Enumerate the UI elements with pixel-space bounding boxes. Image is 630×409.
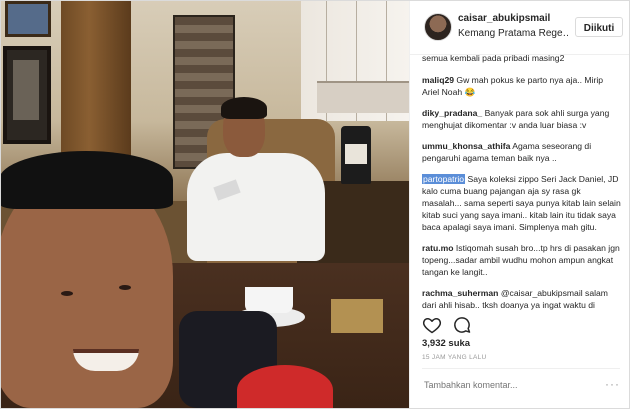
comment-item: maliq29 Gw mah pokus ke parto nya aja.. …: [422, 74, 622, 98]
photo-selfie-man-eye: [61, 291, 73, 296]
comment-item: diky_pradana_ Banyak para sok ahli surga…: [422, 107, 622, 131]
post-photo[interactable]: [1, 1, 409, 408]
post-location[interactable]: Kemang Pratama Rege…: [458, 28, 568, 39]
following-button[interactable]: Diikuti: [575, 17, 623, 37]
comment-username[interactable]: diky_pradana_: [422, 108, 482, 118]
photo-seated-man-hair: [221, 97, 267, 119]
photo-wall-picture: [5, 1, 51, 37]
comment-partial: semua kembali pada pribadi masing2: [422, 54, 565, 63]
avatar[interactable]: [424, 13, 452, 41]
photo-rack: [317, 81, 409, 113]
comments-list[interactable]: semua kembali pada pribadi masing2 maliq…: [422, 54, 622, 312]
post-header: caisar_abukipsmail Kemang Pratama Rege… …: [410, 1, 629, 55]
comment-username[interactable]: maliq29: [422, 75, 454, 85]
divider: [422, 368, 620, 369]
comment-item: partopatrio Saya koleksi zippo Seri Jack…: [422, 173, 622, 233]
comment-bubble-icon[interactable]: [452, 315, 472, 335]
add-comment-input[interactable]: [422, 379, 616, 391]
photo-red-cap: [237, 365, 333, 408]
comment-username[interactable]: ummu_khonsa_athifa: [422, 141, 510, 151]
comment-item: ummu_khonsa_athifa Agama seseorang di pe…: [422, 140, 622, 164]
post-side-panel: caisar_abukipsmail Kemang Pratama Rege… …: [409, 1, 629, 408]
post-timestamp[interactable]: 15 JAM YANG LALU: [422, 354, 487, 361]
photo-papers: [331, 299, 383, 333]
like-count[interactable]: 3,932 suka: [422, 338, 470, 349]
photo-seated-man-body: [187, 153, 325, 261]
comment-item: rachma_suherman @caisar_abukipsmail sala…: [422, 287, 622, 312]
instagram-post-frame: caisar_abukipsmail Kemang Pratama Rege… …: [0, 0, 630, 409]
more-options-icon[interactable]: ···: [605, 377, 620, 391]
comment-username[interactable]: ratu.mo: [422, 243, 454, 253]
photo-selfie-man-hair: [1, 151, 173, 209]
heart-icon[interactable]: [422, 315, 442, 335]
photo-selfie-man-eye: [119, 285, 131, 290]
action-bar: [422, 315, 622, 337]
photo-bottle: [341, 126, 371, 184]
photo-coffee-cup: [245, 287, 293, 313]
comment-username-highlighted[interactable]: partopatrio: [422, 174, 466, 184]
comment-username[interactable]: rachma_suherman: [422, 288, 498, 298]
comment-item: ratu.mo Istiqomah susah bro...tp hrs di …: [422, 242, 622, 278]
post-username[interactable]: caisar_abukipsmail: [458, 13, 550, 24]
photo-wall-poster: [3, 46, 51, 144]
